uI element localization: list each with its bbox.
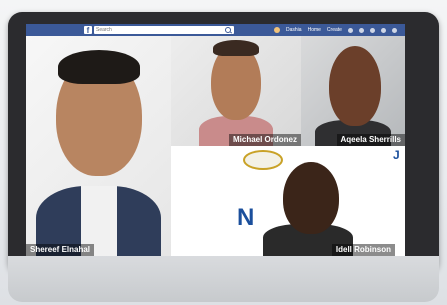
video-tile-1[interactable]: Shereef Elnahal [26, 36, 171, 256]
notifications-icon[interactable] [369, 27, 375, 33]
profile-avatar-icon[interactable] [274, 27, 280, 33]
friends-icon[interactable] [347, 27, 353, 33]
search-input[interactable] [94, 26, 216, 34]
participant-face [329, 46, 381, 126]
background-letter-j: J [393, 148, 400, 162]
profile-name-link[interactable]: Dashia [286, 27, 302, 33]
monitor-chin [8, 256, 439, 302]
screen: f Dashia Home Create Shereef Elnahal Mic… [26, 24, 405, 256]
video-tile-4[interactable]: N J Idell Robinson [171, 146, 405, 256]
home-link[interactable]: Home [308, 27, 321, 33]
participant-face [283, 162, 339, 234]
facebook-top-bar: f Dashia Home Create [26, 24, 405, 36]
search-icon[interactable] [225, 27, 231, 33]
participant-name-label: Aqeela Sherrills [336, 134, 405, 146]
messenger-icon[interactable] [358, 27, 364, 33]
background-badge [243, 150, 283, 170]
search-box[interactable] [94, 26, 234, 34]
video-tile-2[interactable]: Michael Ordonez [171, 36, 301, 146]
background-letter: N [237, 204, 255, 231]
video-tile-3[interactable]: Aqeela Sherrills [301, 36, 405, 146]
participant-hair [58, 50, 140, 84]
participant-hair [213, 40, 259, 56]
participant-name-label: Michael Ordonez [228, 134, 301, 146]
facebook-logo-icon[interactable]: f [84, 26, 92, 35]
menu-chevron-icon[interactable] [391, 27, 397, 33]
create-link[interactable]: Create [327, 27, 342, 33]
top-nav: Dashia Home Create [274, 24, 397, 36]
participant-name-label: Shereef Elnahal [26, 244, 95, 256]
help-icon[interactable] [380, 27, 386, 33]
participant-name-label: Idell Robinson [331, 244, 395, 256]
